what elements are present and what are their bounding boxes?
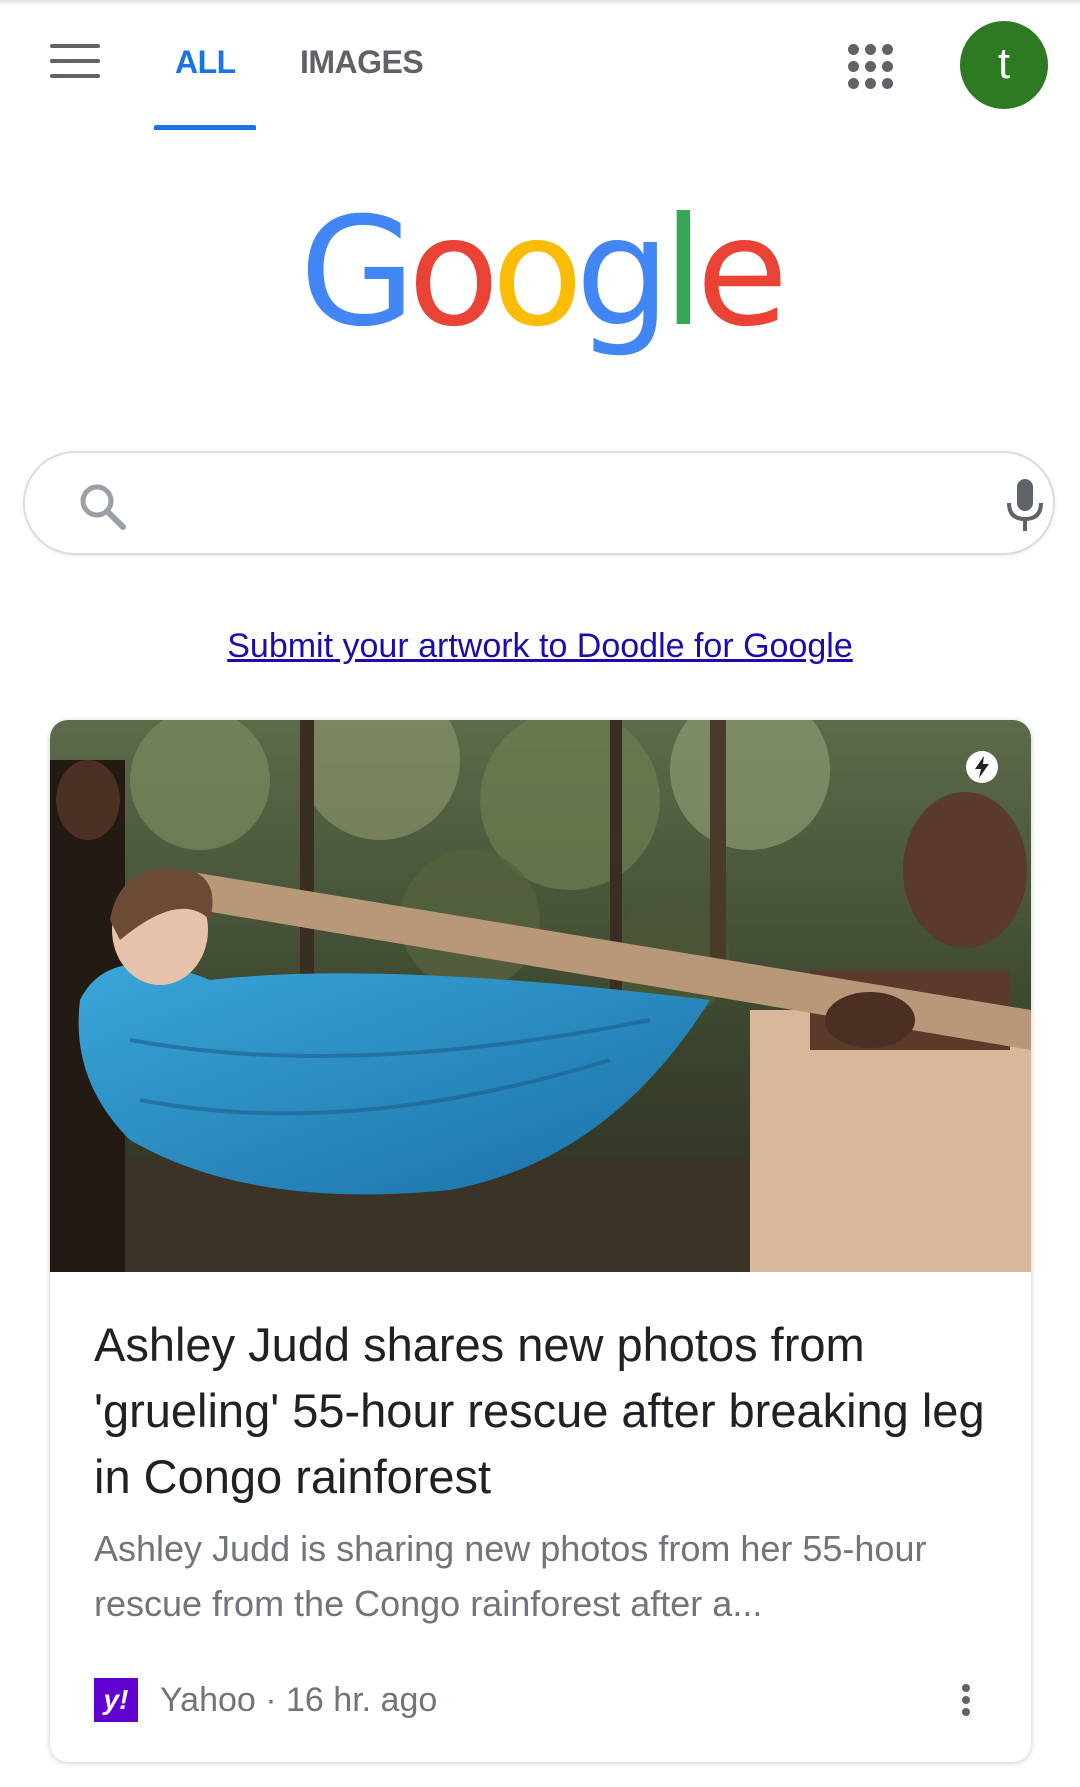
- amp-lightning-icon: [966, 751, 998, 783]
- doodle-promo-link[interactable]: Submit your artwork to Doodle for Google: [0, 627, 1080, 666]
- news-card[interactable]: Ashley Judd shares new photos from 'grue…: [50, 720, 1031, 1762]
- google-search-page: ALL IMAGES t Google Submit your artwork …: [0, 0, 1080, 1787]
- logo-letter: l: [662, 186, 705, 360]
- more-vert-icon[interactable]: [957, 1675, 977, 1725]
- news-age: 16 hr. ago: [286, 1681, 438, 1719]
- hamburger-menu-icon[interactable]: [48, 44, 102, 84]
- news-source: Yahoo: [160, 1681, 256, 1719]
- logo-letter: e: [696, 186, 788, 360]
- search-icon: [80, 484, 126, 530]
- news-source-meta: Yahoo · 16 hr. ago: [160, 1675, 437, 1725]
- status-shadow: [0, 0, 1080, 6]
- microphone-icon[interactable]: [1003, 477, 1047, 533]
- news-source-row: y! Yahoo · 16 hr. ago: [94, 1675, 994, 1725]
- google-logo: Google: [0, 198, 1080, 348]
- search-input[interactable]: [145, 471, 969, 539]
- account-avatar[interactable]: t: [960, 21, 1048, 109]
- tab-images[interactable]: IMAGES: [300, 44, 424, 81]
- logo-letter: o: [491, 186, 584, 360]
- logo-letter: G: [299, 186, 415, 360]
- apps-grid-icon[interactable]: [846, 42, 896, 92]
- logo-letter: o: [407, 186, 500, 360]
- news-snippet: Ashley Judd is sharing new photos from h…: [94, 1528, 927, 1624]
- meta-separator: ·: [255, 1681, 287, 1719]
- news-photo: [50, 720, 1031, 1272]
- logo-letter: g: [575, 186, 670, 360]
- active-tab-indicator: [154, 125, 256, 130]
- yahoo-logo-icon: y!: [94, 1678, 138, 1722]
- tab-all[interactable]: ALL: [175, 44, 236, 81]
- search-box[interactable]: [23, 451, 1055, 555]
- news-headline[interactable]: Ashley Judd shares new photos from 'grue…: [94, 1312, 994, 1510]
